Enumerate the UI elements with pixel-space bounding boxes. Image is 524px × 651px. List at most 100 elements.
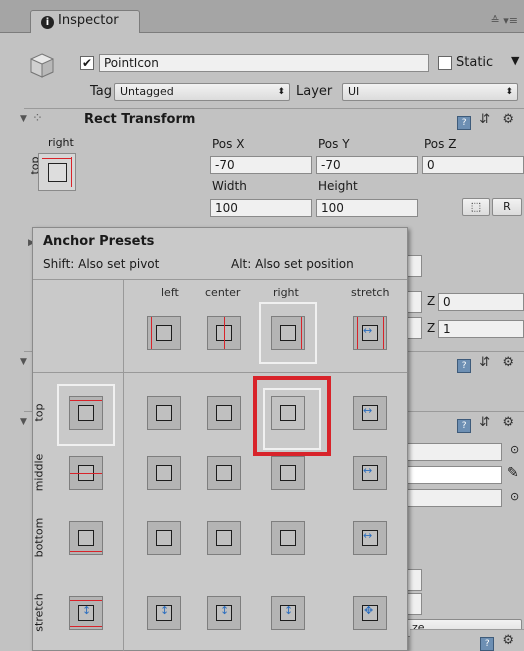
tab-inspector-label: Inspector	[58, 13, 119, 28]
preset-middle-right[interactable]	[271, 456, 305, 490]
preset-top-stretch[interactable]: ↔	[353, 396, 387, 430]
hidden-field-e[interactable]	[406, 593, 422, 615]
tab-inspector[interactable]: i Inspector	[30, 10, 140, 34]
preset-icon[interactable]: ⇵	[479, 415, 494, 430]
preset-col-right[interactable]	[271, 316, 305, 350]
hidden-field-d[interactable]	[406, 569, 422, 591]
object-field-2[interactable]	[406, 489, 502, 507]
static-label[interactable]: Static	[456, 55, 493, 70]
static-dropdown-arrow[interactable]: ▼	[511, 54, 519, 67]
preset-col-stretch[interactable]: ↔	[353, 316, 387, 350]
pos-z-field[interactable]: 0	[422, 156, 524, 174]
preset-top-left[interactable]	[147, 396, 181, 430]
preset-stretch-right[interactable]: ↕	[271, 596, 305, 630]
preset-col-center[interactable]	[207, 316, 241, 350]
pos-y-label: Pos Y	[318, 137, 350, 151]
object-picker-icon[interactable]: ⊙	[510, 443, 519, 456]
gameobject-cube-icon	[28, 51, 56, 79]
eyedropper-icon[interactable]: ✎	[507, 465, 519, 481]
object-picker-icon[interactable]: ⊙	[510, 490, 519, 503]
preset-middle-center[interactable]	[207, 456, 241, 490]
preset-middle-left[interactable]	[147, 456, 181, 490]
preset-middle-stretch[interactable]: ↔	[353, 456, 387, 490]
divider	[33, 279, 407, 280]
color-field[interactable]	[406, 466, 502, 484]
help-icon[interactable]: ?	[457, 359, 472, 373]
component-header-4[interactable]: ? ⚙	[410, 629, 524, 651]
preset-bottom-stretch[interactable]: ↔	[353, 521, 387, 555]
layer-value: UI	[348, 85, 360, 98]
width-field[interactable]: 100	[210, 199, 312, 217]
rect-transform-title: Rect Transform	[84, 112, 196, 127]
pos-y-field[interactable]: -70	[316, 156, 418, 174]
z-label-1: Z	[427, 294, 436, 308]
foldout-arrow-icon[interactable]: ▼	[20, 357, 27, 367]
foldout-arrow-icon[interactable]: ▼	[20, 114, 27, 124]
column-header-left: left	[161, 286, 179, 299]
preset-icon[interactable]: ⇵	[479, 355, 494, 370]
foldout-arrow-icon[interactable]: ▼	[20, 417, 27, 427]
anchor-label-horizontal: right	[48, 136, 74, 149]
raw-edit-button[interactable]: R	[492, 198, 522, 216]
anchor-preset-button[interactable]	[38, 153, 76, 191]
column-header-right: right	[273, 286, 299, 299]
layer-label: Layer	[296, 84, 333, 99]
preset-row-middle[interactable]	[69, 456, 103, 490]
rect-transform-header[interactable]: ▼ ⁘ Rect Transform ? ⇵ ⚙	[20, 108, 524, 130]
z-field-1[interactable]: 0	[438, 293, 524, 311]
gear-icon[interactable]: ⚙	[502, 415, 518, 430]
column-header-stretch: stretch	[351, 286, 390, 299]
anchor-line-vertical	[71, 157, 72, 187]
preset-row-top[interactable]	[69, 396, 103, 430]
preset-stretch-left[interactable]: ↕	[147, 596, 181, 630]
preset-row-stretch[interactable]: ↕	[69, 596, 103, 630]
rect-transform-icon: ⁘	[32, 111, 43, 126]
preset-stretch-center[interactable]: ↕	[207, 596, 241, 630]
anchor-presets-popup: Anchor Presets Shift: Also set pivot Alt…	[32, 227, 408, 651]
preset-row-bottom[interactable]	[69, 521, 103, 555]
component-header-icons: ? ⚙	[480, 633, 518, 651]
pos-x-field[interactable]: -70	[210, 156, 312, 174]
preset-icon[interactable]: ⇵	[479, 112, 494, 127]
column-header-center: center	[205, 286, 241, 299]
hidden-field-a[interactable]	[406, 255, 422, 277]
height-field[interactable]: 100	[316, 199, 418, 217]
preset-col-left[interactable]	[147, 316, 181, 350]
gear-icon[interactable]: ⚙	[502, 633, 518, 648]
chevron-down-icon: ⬍	[277, 87, 285, 97]
blueprint-mode-button[interactable]: ⬚	[462, 198, 490, 216]
preset-stretch-stretch[interactable]: ✥	[353, 596, 387, 630]
preset-top-right-red-highlight	[253, 376, 331, 456]
preset-bottom-center[interactable]	[207, 521, 241, 555]
component-header-icons: ? ⇵ ⚙	[457, 355, 518, 373]
gear-icon[interactable]: ⚙	[502, 112, 518, 127]
object-field-1[interactable]	[406, 443, 502, 461]
z-label-2: Z	[427, 321, 436, 335]
tag-value: Untagged	[120, 85, 174, 98]
info-icon: i	[41, 16, 54, 29]
gear-icon[interactable]: ⚙	[502, 355, 518, 370]
preset-bottom-right[interactable]	[271, 521, 305, 555]
static-checkbox[interactable]	[438, 56, 452, 70]
row-header-bottom: bottom	[32, 517, 46, 558]
component-header-icons: ? ⇵ ⚙	[457, 112, 518, 130]
preset-bottom-left[interactable]	[147, 521, 181, 555]
row-header-stretch: stretch	[32, 593, 46, 632]
active-checkbox[interactable]: ✔	[80, 56, 94, 70]
help-icon[interactable]: ?	[480, 637, 495, 651]
anchor-presets-title: Anchor Presets	[43, 234, 155, 249]
help-icon[interactable]: ?	[457, 419, 472, 433]
row-header-top: top	[32, 403, 46, 422]
z-field-2[interactable]: 1	[438, 320, 524, 338]
anchor-inner-rect	[48, 163, 67, 182]
gameobject-name-field[interactable]: PointIcon	[99, 54, 429, 72]
hidden-field-c[interactable]	[406, 317, 422, 339]
help-icon[interactable]: ?	[457, 116, 472, 130]
preset-top-center[interactable]	[207, 396, 241, 430]
tag-dropdown[interactable]: Untagged ⬍	[114, 83, 290, 101]
anchor-presets-hint-shift: Shift: Also set pivot	[43, 257, 160, 271]
tab-menu-icon[interactable]: ≙ ▾≡	[491, 14, 518, 27]
inspector-tabbar: i Inspector ≙ ▾≡	[0, 0, 524, 34]
hidden-field-b[interactable]	[406, 291, 422, 313]
layer-dropdown[interactable]: UI ⬍	[342, 83, 518, 101]
